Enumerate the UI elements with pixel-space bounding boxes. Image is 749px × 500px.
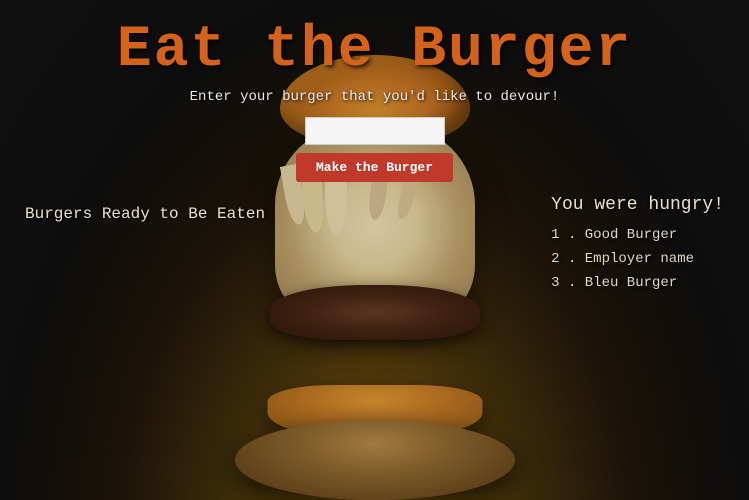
burger-form: Make the Burger xyxy=(0,117,749,182)
list-item: 3 . Bleu Burger xyxy=(551,275,724,291)
item-3-number: 3 . xyxy=(551,275,585,291)
item-2-name: Employer name xyxy=(585,251,694,267)
page-subtitle: Enter your burger that you'd like to dev… xyxy=(0,89,749,105)
content-overlay: Eat the Burger Enter your burger that yo… xyxy=(0,0,749,500)
page-title: Eat the Burger xyxy=(0,0,749,83)
item-1-name: Good Burger xyxy=(585,227,677,243)
item-1-number: 1 . xyxy=(551,227,585,243)
right-panel-heading: You were hungry! xyxy=(551,195,724,215)
list-item: 1 . Good Burger xyxy=(551,227,724,243)
item-3-name: Bleu Burger xyxy=(585,275,677,291)
list-item: 2 . Employer name xyxy=(551,251,724,267)
item-2-number: 2 . xyxy=(551,251,585,267)
left-panel-heading: Burgers Ready to Be Eaten xyxy=(25,205,265,223)
burger-input[interactable] xyxy=(305,117,445,145)
left-panel: Burgers Ready to Be Eaten xyxy=(25,205,265,223)
make-burger-button[interactable]: Make the Burger xyxy=(296,153,453,182)
right-panel: You were hungry! 1 . Good Burger 2 . Emp… xyxy=(551,195,724,299)
